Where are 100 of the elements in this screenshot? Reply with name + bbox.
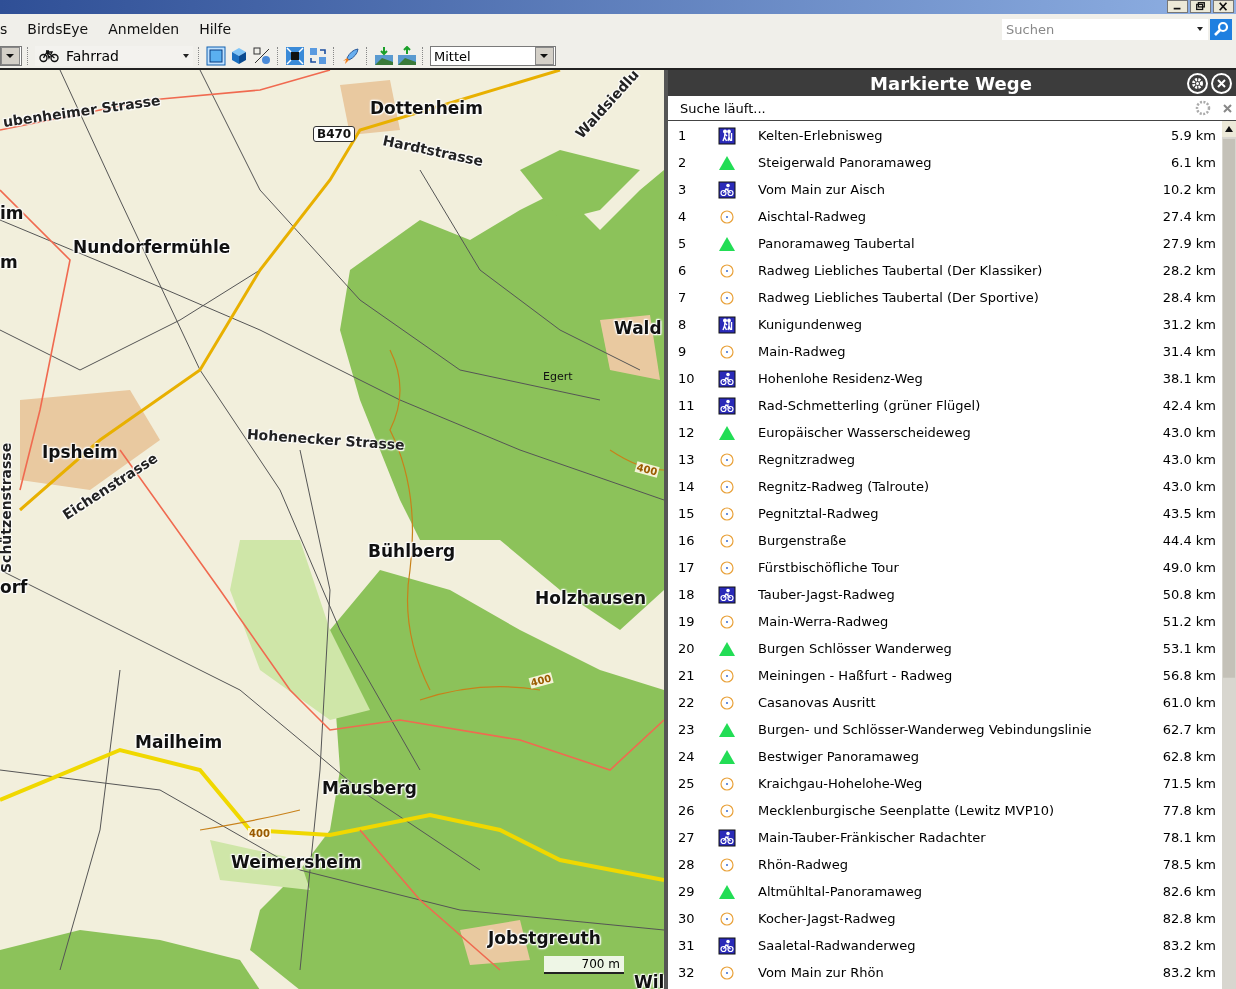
row-number: 15 xyxy=(677,506,696,521)
swap-arrows-icon[interactable] xyxy=(308,46,328,66)
route-name[interactable]: Steigerwald Panoramaweg xyxy=(758,155,1171,170)
restore-button[interactable] xyxy=(1190,0,1211,13)
scrollbar[interactable] xyxy=(1222,121,1236,989)
route-name[interactable]: Burgenstraße xyxy=(758,533,1163,548)
route-name[interactable]: Panoramaweg Taubertal xyxy=(758,236,1163,251)
route-name[interactable]: Regnitz-Radweg (Talroute) xyxy=(758,479,1163,494)
route-name[interactable]: Rad-Schmetterling (grüner Flügel) xyxy=(758,398,1163,413)
route-distance: 43.0 km xyxy=(1162,425,1217,440)
row-number: 26 xyxy=(677,803,696,818)
route-name[interactable]: Europäischer Wasserscheideweg xyxy=(758,425,1163,440)
route-name[interactable]: Kocher-Jagst-Radweg xyxy=(758,911,1163,926)
row-number: 14 xyxy=(677,479,696,494)
route-distance: 28.2 km xyxy=(1162,263,1217,278)
route-name[interactable]: Radweg Liebliches Taubertal (Der Sportive) xyxy=(758,290,1163,305)
row-number: 1 xyxy=(677,128,688,143)
triangle-icon xyxy=(718,154,736,171)
row-number: 21 xyxy=(677,668,696,683)
dotted-circle-icon xyxy=(720,695,734,710)
route-name[interactable]: Burgen Schlösser Wanderweg xyxy=(758,641,1163,656)
profile-dropdown[interactable]: Fahrrad xyxy=(35,46,193,66)
route-name[interactable]: Tauber-Jagst-Radweg xyxy=(758,587,1163,602)
route-name[interactable]: Mecklenburgische Seenplatte (Lewitz MVP10) xyxy=(758,803,1163,818)
dotted-circle-icon xyxy=(720,290,734,305)
route-distance: 61.0 km xyxy=(1162,695,1217,710)
map-upload-icon[interactable] xyxy=(397,46,417,66)
route-name[interactable]: Saaletal-Radwanderweg xyxy=(758,938,1163,953)
menu-item[interactable]: Anmelden xyxy=(98,21,190,37)
route-name[interactable]: Altmühltal-Panoramaweg xyxy=(758,884,1163,899)
row-number: 31 xyxy=(677,938,696,953)
route-name[interactable]: Kelten-Erlebnisweg xyxy=(758,128,1171,143)
dotted-circle-icon xyxy=(720,965,734,980)
place-label: Mailheim xyxy=(135,732,223,752)
fit-extent-icon[interactable] xyxy=(285,46,305,66)
settings-button[interactable] xyxy=(1187,72,1208,94)
panel-title: Markierte Wege xyxy=(869,72,1033,94)
square-frame-icon[interactable] xyxy=(206,46,226,66)
route-name[interactable]: Aischtal-Radweg xyxy=(758,209,1163,224)
route-distance: 31.2 km xyxy=(1162,317,1217,332)
row-number: 5 xyxy=(677,236,688,251)
route-name[interactable]: Main-Tauber-Fränkischer Radachter xyxy=(758,830,1163,845)
menu-item[interactable]: Hilfe xyxy=(189,21,242,37)
route-name[interactable]: Radweg Liebliches Taubertal (Der Klassiker) xyxy=(758,263,1163,278)
close-button[interactable] xyxy=(1213,0,1234,13)
route-name[interactable]: Fürstbischöfliche Tour xyxy=(758,560,1163,575)
route-distance: 42.4 km xyxy=(1162,398,1217,413)
detail-dropdown[interactable]: Mittel xyxy=(430,46,556,66)
place-label: Jobstgreuth xyxy=(488,928,601,948)
rocket-icon[interactable] xyxy=(341,46,361,66)
route-name[interactable]: Main-Radweg xyxy=(758,344,1163,359)
route-distance: 77.8 km xyxy=(1162,803,1217,818)
search-field[interactable]: Suchen xyxy=(1002,18,1192,40)
route-name[interactable]: Kunigundenweg xyxy=(758,317,1163,332)
triangle-icon xyxy=(718,640,736,657)
route-name[interactable]: Burgen- und Schlösser-Wanderweg Vebindungslinie xyxy=(758,722,1163,737)
row-number: 9 xyxy=(677,344,688,359)
route-name[interactable]: Kraichgau-Hohelohe-Weg xyxy=(758,776,1163,791)
row-number: 23 xyxy=(677,722,696,737)
close-icon xyxy=(1216,77,1227,89)
row-number: 10 xyxy=(677,371,696,386)
dotted-circle-icon xyxy=(720,776,734,791)
street-label: ubenheimer Strasse xyxy=(1,91,162,130)
hiker-sign-icon xyxy=(718,315,736,334)
route-name[interactable]: Hohenlohe Residenz-Weg xyxy=(758,371,1163,386)
cube-icon[interactable] xyxy=(229,46,249,66)
menu-item[interactable]: BirdsEye xyxy=(17,21,99,37)
dotted-circle-icon xyxy=(720,668,734,683)
menu-item[interactable]: s xyxy=(0,21,18,37)
route-name[interactable]: Meiningen - Haßfurt - Radweg xyxy=(758,668,1163,683)
route-name[interactable]: Vom Main zur Aisch xyxy=(758,182,1163,197)
place-label: Wald xyxy=(614,318,662,338)
route-name[interactable]: Casanovas Ausritt xyxy=(758,695,1163,710)
row-number: 13 xyxy=(677,452,696,467)
route-distance: 56.8 km xyxy=(1162,668,1217,683)
route-name[interactable]: Rhön-Radweg xyxy=(758,857,1163,872)
caret-icon xyxy=(1,47,20,65)
route-name[interactable]: Bestwiger Panoramaweg xyxy=(758,749,1163,764)
caret-icon[interactable] xyxy=(1197,27,1203,31)
minimize-button[interactable] xyxy=(1167,0,1188,13)
close-icon[interactable] xyxy=(1223,103,1232,113)
route-name[interactable]: Pegnitztal-Radweg xyxy=(758,506,1163,521)
map-download-icon[interactable] xyxy=(374,46,394,66)
route-distance: 62.8 km xyxy=(1162,749,1217,764)
route-name[interactable]: Vom Main zur Rhön xyxy=(758,965,1163,980)
route-distance: 43.0 km xyxy=(1162,452,1217,467)
place-label: m xyxy=(0,252,18,272)
route-name[interactable]: Regnitzradweg xyxy=(758,452,1163,467)
route-distance: 49.0 km xyxy=(1162,560,1217,575)
row-number: 29 xyxy=(677,884,696,899)
road-number-sign: B470 xyxy=(313,126,356,142)
shapes-icon[interactable] xyxy=(252,46,272,66)
contour-label: 400 xyxy=(248,828,271,839)
row-number: 22 xyxy=(677,695,696,710)
spinner-icon xyxy=(1195,100,1211,116)
search-button[interactable] xyxy=(1210,18,1232,40)
place-label: Nundorfermühle xyxy=(73,237,231,257)
dropdown[interactable] xyxy=(0,46,22,66)
route-name[interactable]: Main-Werra-Radweg xyxy=(758,614,1163,629)
route-distance: 38.1 km xyxy=(1162,371,1217,386)
